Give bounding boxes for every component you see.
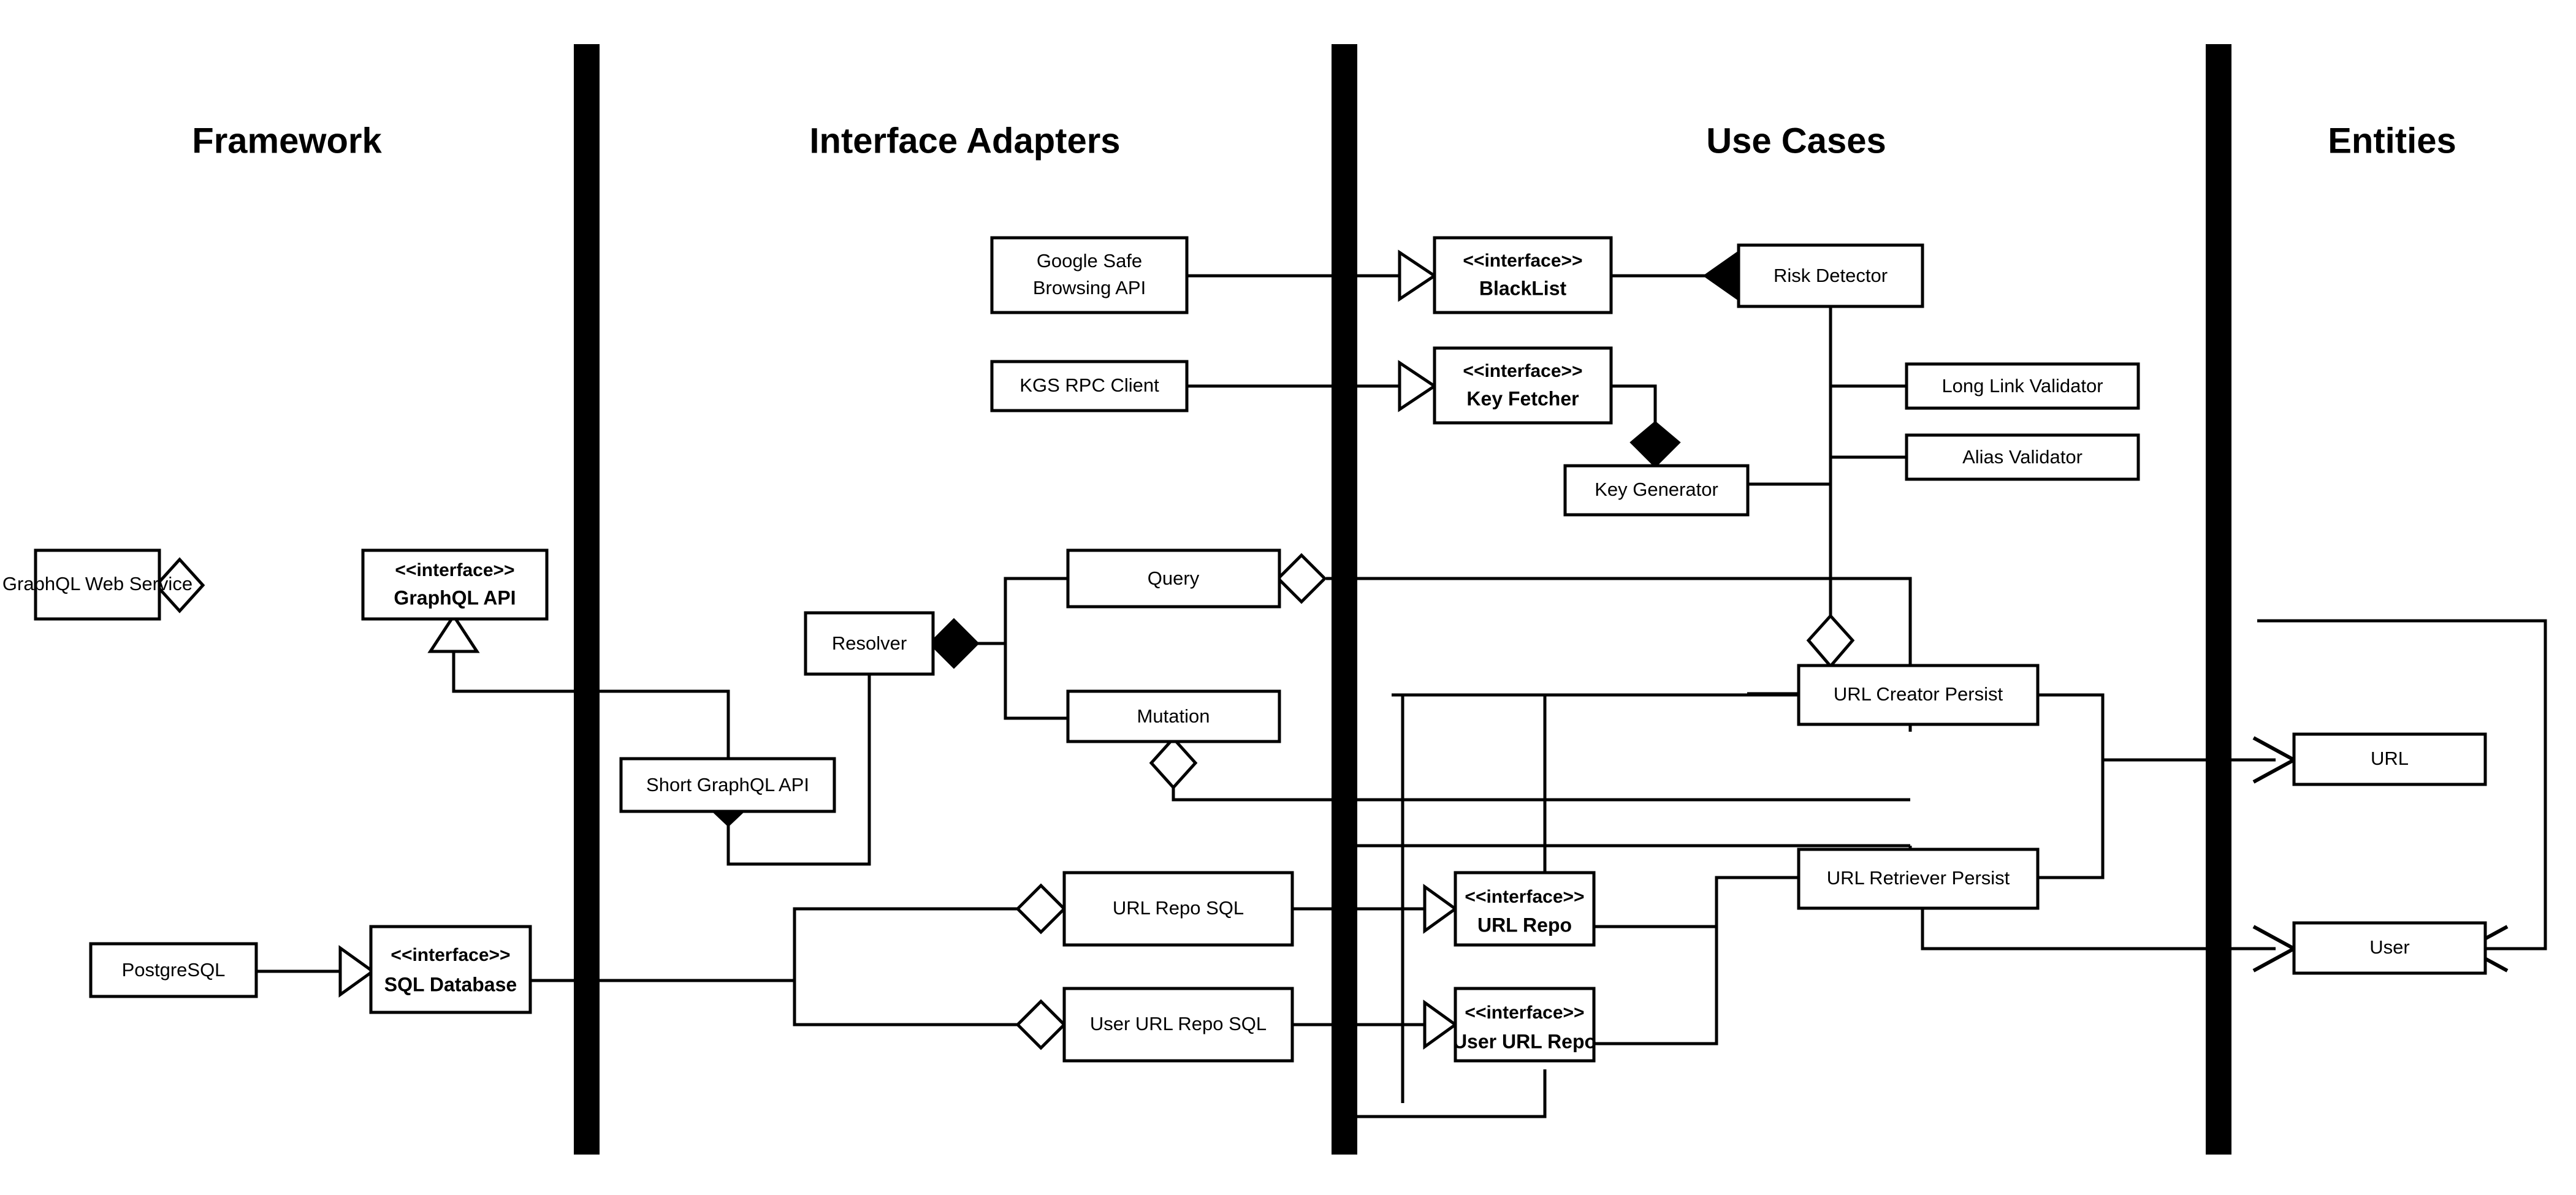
generalization-arrow-gqlapi: [427, 613, 480, 653]
node-label-blacklist: BlackList: [1479, 277, 1567, 299]
node-label-mutation: Mutation: [1137, 705, 1210, 727]
composition-diamond-keygenerator: [1629, 420, 1681, 468]
aggregation-diamond-urlreposql: [1015, 883, 1067, 935]
node-label-graphql-web-service: GraphQL Web Service: [2, 573, 192, 594]
node-label-url-repo-sql: URL Repo SQL: [1113, 897, 1244, 919]
node-url-retriever-persist[interactable]: URL Retriever Persist: [1797, 848, 2040, 910]
node-graphql-web-service[interactable]: GraphQL Web Service: [2, 548, 192, 621]
layer-title-use-cases: Use Cases: [1706, 121, 1886, 161]
conn-sqldb-branch-userrepo: [793, 981, 1023, 1026]
layer-title-framework: Framework: [192, 121, 382, 161]
node-google-safe-browsing-api[interactable]: Google Safe Browsing API: [990, 236, 1189, 314]
node-label-google-safe-line1: Google Safe: [1037, 250, 1142, 271]
conn-query-to-retriever: [1326, 577, 1912, 615]
node-label-url-retriever-persist: URL Retriever Persist: [1827, 867, 2010, 889]
node-label-postgresql: PostgreSQL: [122, 959, 226, 981]
node-stereotype-user-url-repo: <<interface>>: [1465, 1003, 1584, 1023]
node-label-query: Query: [1148, 567, 1200, 589]
conn-urlrepo-to-persist: [1594, 876, 1808, 928]
realization-arrow-sqldb: [338, 945, 376, 998]
node-stereotype-url-repo: <<interface>>: [1465, 887, 1584, 907]
node-label-short-graphql-api: Short GraphQL API: [646, 774, 809, 795]
node-url-repo-sql[interactable]: URL Repo SQL: [1062, 871, 1294, 947]
node-graphql-api[interactable]: <<interface>> GraphQL API: [361, 548, 549, 621]
aggregation-diamond-userurlreposql: [1015, 999, 1067, 1050]
node-label-url-repo: URL Repo: [1477, 914, 1572, 936]
node-label-url: URL: [2371, 748, 2409, 769]
node-url[interactable]: URL: [2292, 732, 2487, 786]
aggregation-diamond-creator-top: [1806, 613, 1855, 669]
node-postgresql[interactable]: PostgreSQL: [89, 942, 258, 998]
node-label-user: User: [2369, 936, 2409, 958]
node-short-graphql-api[interactable]: Short GraphQL API: [619, 757, 836, 813]
node-stereotype-key-fetcher: <<interface>>: [1463, 361, 1582, 381]
layer-title-entities: Entities: [2328, 121, 2456, 161]
node-label-alias-validator: Alias Validator: [1962, 446, 2083, 468]
node-query[interactable]: Query: [1066, 548, 1281, 609]
realization-arrow-urlrepo: [1423, 884, 1458, 934]
node-label-sql-database: SQL Database: [384, 973, 517, 995]
conn-sqldb-branch: [530, 907, 1023, 982]
node-url-creator-persist[interactable]: URL Creator Persist: [1797, 664, 2040, 726]
node-label-risk-detector: Risk Detector: [1774, 265, 1888, 286]
node-label-user-url-repo: User URL Repo: [1453, 1030, 1596, 1052]
node-stereotype-sql-database: <<interface>>: [391, 945, 510, 965]
node-resolver[interactable]: Resolver: [804, 611, 935, 676]
node-mutation[interactable]: Mutation: [1066, 689, 1281, 743]
realization-arrow-userurlrepo: [1423, 1000, 1458, 1050]
node-url-repo[interactable]: <<interface>> URL Repo: [1454, 871, 1596, 947]
node-user-url-repo[interactable]: <<interface>> User URL Repo: [1453, 987, 1596, 1063]
conn-mutation-to-creator: [1172, 787, 1910, 802]
node-key-fetcher[interactable]: <<interface>> Key Fetcher: [1433, 346, 1613, 425]
composition-diamond-resolver: [928, 618, 980, 669]
realization-arrow-blacklist: [1398, 249, 1438, 302]
conn-userurlrepo-to-persist: [1594, 927, 1718, 1045]
conn-retriever-to-url: [2038, 760, 2105, 879]
uml-architecture-diagram: Framework Interface Adapters Use Cases E…: [0, 0, 2576, 1195]
node-label-key-generator: Key Generator: [1595, 479, 1718, 500]
node-label-long-link-validator: Long Link Validator: [1942, 375, 2103, 396]
node-long-link-validator[interactable]: Long Link Validator: [1905, 362, 2140, 410]
node-label-google-safe-line2: Browsing API: [1033, 277, 1146, 298]
node-label-resolver: Resolver: [832, 632, 907, 654]
node-blacklist[interactable]: <<interface>> BlackList: [1433, 236, 1613, 314]
aggregation-diamond-mutation: [1149, 736, 1198, 790]
node-label-url-creator-persist: URL Creator Persist: [1834, 683, 2003, 705]
conn-creator-to-url: [2038, 693, 2276, 762]
layer-boundary-framework: [574, 44, 600, 1155]
node-user[interactable]: User: [2292, 921, 2487, 975]
node-user-url-repo-sql[interactable]: User URL Repo SQL: [1062, 987, 1294, 1063]
node-key-generator[interactable]: Key Generator: [1563, 464, 1750, 517]
node-sql-database[interactable]: <<interface>> SQL Database: [369, 925, 532, 1014]
layer-title-interface-adapters: Interface Adapters: [809, 121, 1120, 161]
node-label-kgs-rpc-client: KGS RPC Client: [1019, 374, 1159, 396]
realization-arrow-keyfetcher: [1398, 360, 1438, 412]
node-stereotype-graphql-api: <<interface>>: [395, 560, 514, 580]
node-alias-validator[interactable]: Alias Validator: [1905, 433, 2140, 481]
node-label-key-fetcher: Key Fetcher: [1466, 387, 1579, 409]
conn-resolver-branch-mutation: [1004, 643, 1068, 720]
node-label-user-url-repo-sql: User URL Repo SQL: [1090, 1013, 1267, 1034]
node-risk-detector[interactable]: Risk Detector: [1737, 243, 1924, 308]
layer-boundary-use-cases: [2206, 44, 2231, 1155]
node-kgs-rpc-client[interactable]: KGS RPC Client: [990, 360, 1189, 412]
node-stereotype-blacklist: <<interface>>: [1463, 251, 1582, 271]
aggregation-diamond-query: [1276, 553, 1327, 604]
node-label-graphql-api: GraphQL API: [394, 586, 516, 609]
conn-resolver-branch: [961, 577, 1068, 645]
layer-boundary-interface-adapters: [1332, 44, 1357, 1155]
